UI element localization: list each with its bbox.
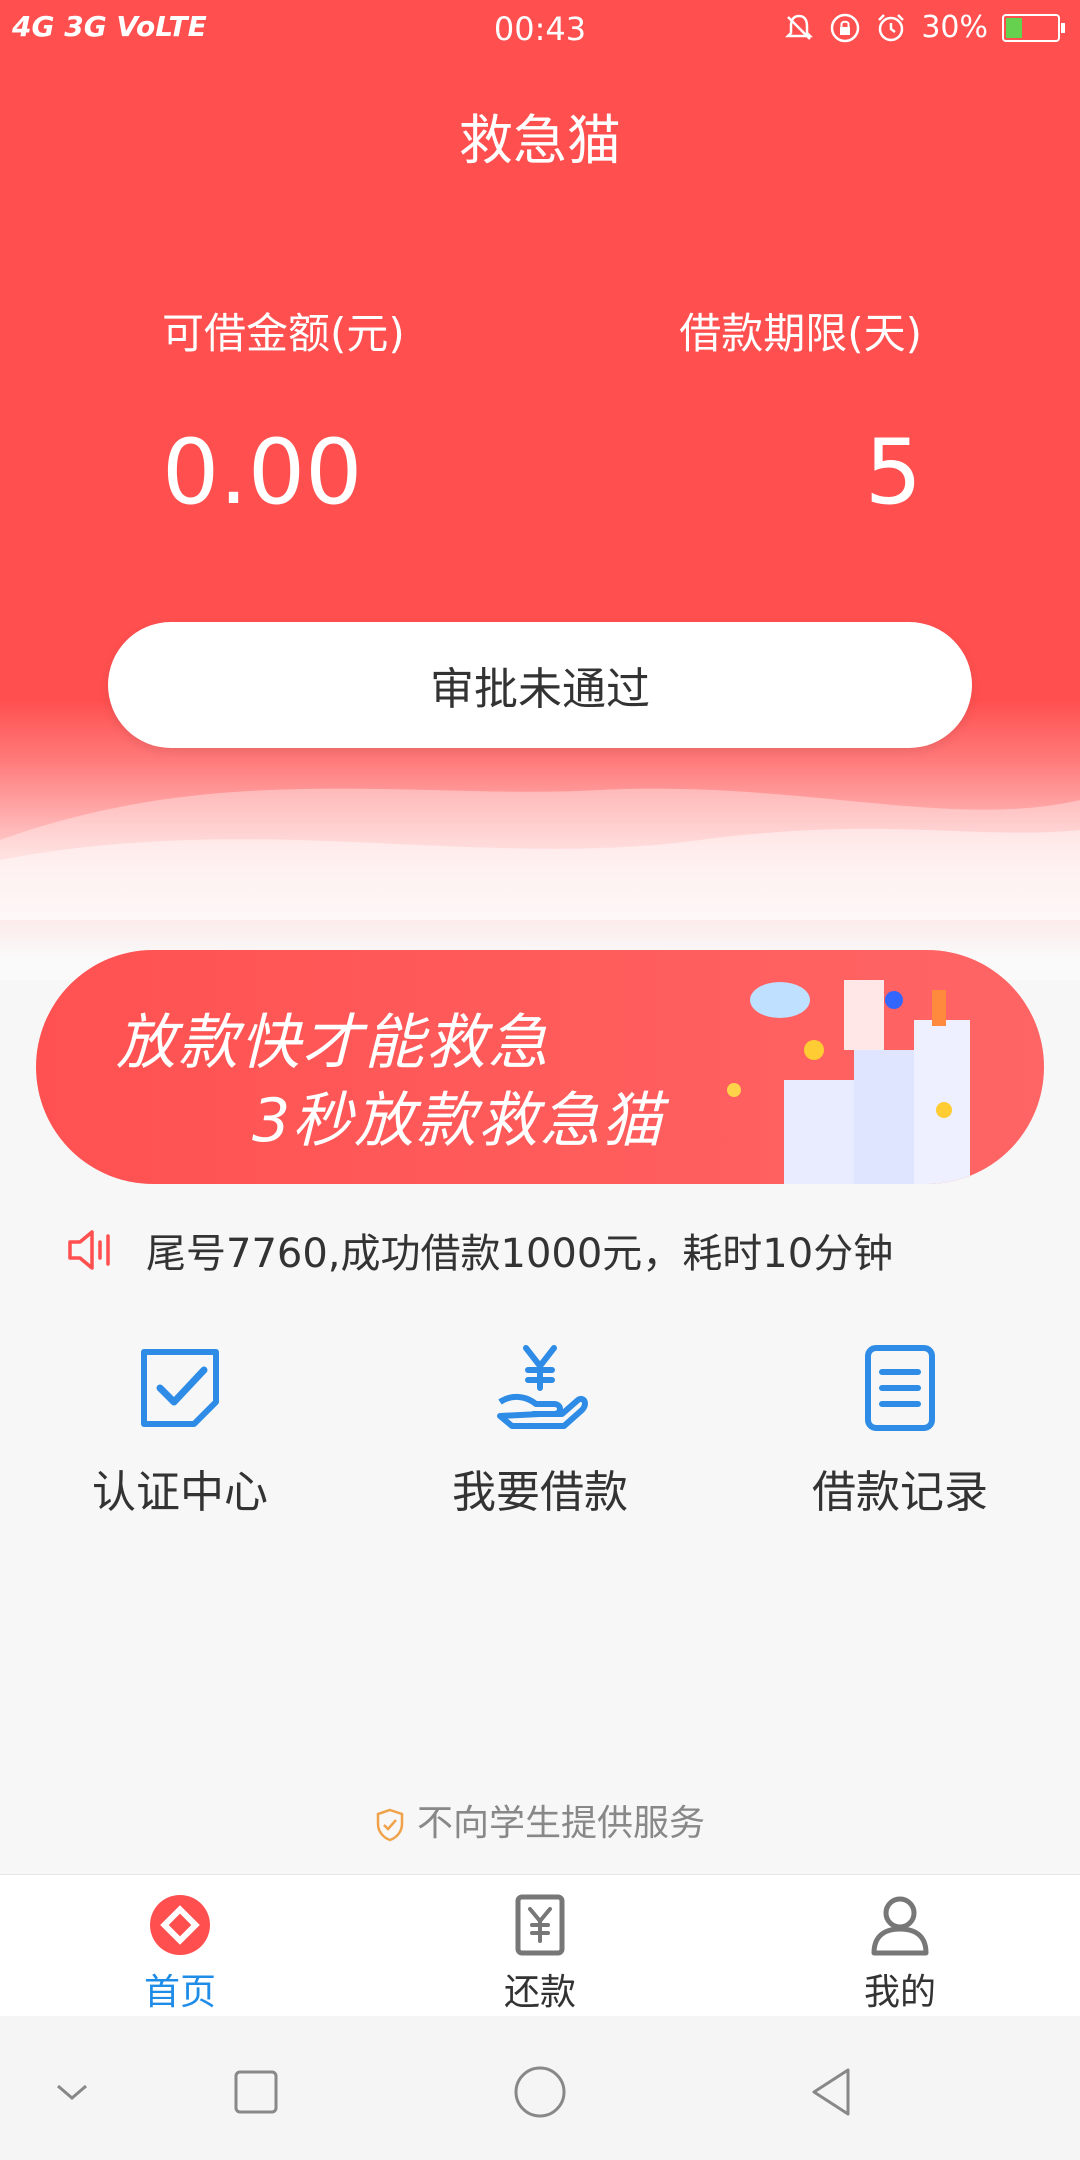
- home-circle-icon[interactable]: [510, 2062, 570, 2122]
- battery-percent: 30%: [921, 10, 988, 45]
- app-title: 救急猫: [459, 109, 621, 172]
- status-bar: 4G 3G VoLTE 00:43 30%: [0, 0, 1080, 56]
- quick-action-borrow[interactable]: 我要借款: [360, 1340, 720, 1520]
- amount-value: 0.00: [162, 420, 363, 525]
- term-label: 借款期限(天): [679, 309, 922, 358]
- back-triangle-icon[interactable]: [802, 2062, 862, 2122]
- promo-banner[interactable]: 放款快才能救急 3秒放款救急猫: [36, 950, 1044, 1184]
- list-document-icon: [865, 1345, 935, 1431]
- tab-label: 还款: [503, 1972, 576, 2013]
- banner-illustration: [727, 980, 970, 1184]
- tab-home[interactable]: 首页: [0, 1893, 360, 2015]
- hand-yuan-icon: [497, 1345, 588, 1429]
- chevron-down-icon[interactable]: [42, 2062, 102, 2122]
- shield-check-icon: [376, 1808, 404, 1842]
- quick-action-label: 借款记录: [812, 1467, 988, 1518]
- user-icon: [871, 1896, 929, 1956]
- battery-icon: [1002, 13, 1065, 42]
- tab-profile[interactable]: 我的: [720, 1893, 1080, 2015]
- footer-note: 不向学生提供服务: [0, 1794, 1080, 1846]
- bottom-tab-bar: 首页 还款 我的: [0, 1874, 1080, 2017]
- speaker-icon: [68, 1230, 110, 1270]
- quick-action-records[interactable]: 借款记录: [720, 1340, 1080, 1520]
- status-icons: 30%: [783, 10, 1065, 45]
- amount-label: 可借金额(元): [162, 309, 405, 358]
- footer-note-text: 不向学生提供服务: [416, 1803, 705, 1844]
- wave-decoration: [0, 788, 1080, 920]
- approval-status-button[interactable]: 审批未通过: [108, 622, 972, 748]
- tab-label: 我的: [863, 1972, 936, 2013]
- tab-label: 首页: [143, 1972, 216, 2013]
- system-navigation-bar: [0, 2016, 1080, 2160]
- notice-bar: 尾号7760,成功借款1000元，耗时10分钟: [64, 1218, 1044, 1282]
- term-value: 5: [864, 420, 922, 525]
- home-diamond-icon: [150, 1895, 210, 1955]
- verify-check-icon: [141, 1349, 219, 1427]
- mute-bell-icon: [785, 14, 814, 40]
- quick-action-verify[interactable]: 认证中心: [0, 1340, 360, 1520]
- recent-apps-icon[interactable]: [226, 2062, 286, 2122]
- tab-repay[interactable]: 还款: [360, 1893, 720, 2015]
- alarm-icon: [878, 13, 905, 41]
- banner-line1: 放款快才能救急: [116, 1008, 550, 1078]
- quick-action-label: 我要借款: [452, 1467, 628, 1518]
- yuan-receipt-icon: [515, 1894, 565, 1956]
- banner-line2: 3秒放款救急猫: [252, 1086, 665, 1156]
- notice-text: 尾号7760,成功借款1000元，耗时10分钟: [146, 1231, 894, 1277]
- rotation-lock-icon: [831, 13, 860, 42]
- quick-action-label: 认证中心: [92, 1467, 268, 1518]
